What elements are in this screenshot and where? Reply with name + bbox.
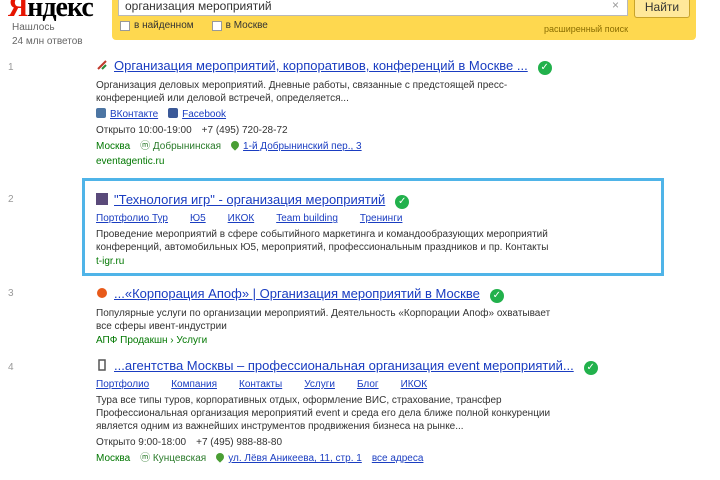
option-in-found-label: в найденном [134,20,194,31]
result-number: 3 [8,288,14,299]
result-url[interactable]: t-igr.ru [96,256,548,267]
sitelink[interactable]: Ю5 [190,213,206,224]
map-pin-icon [229,139,241,151]
location-info: Москва ⓜ Кунцевская ул. Лёвя Аникеева, 1… [96,451,598,465]
sitelink[interactable]: Контакты [239,379,282,390]
vk-label: ВКонтакте [110,109,159,120]
advanced-search-link[interactable]: расширенный поиск [544,24,628,34]
search-bar: × Найти в найденном в Москве расширенный… [112,0,696,40]
option-in-found[interactable]: в найденном [120,20,194,31]
city: Москва [96,453,131,464]
metro-station: ⓜ Добрынинская [140,141,222,152]
search-result: ...агентства Москвы – профессиональная о… [96,358,598,465]
metro-label: Добрынинская [152,141,222,152]
clear-icon[interactable]: × [612,0,624,12]
sitelink[interactable]: ИКОК [401,379,428,390]
facebook-label: Facebook [182,109,227,120]
location-info: Москва ⓜ Добрынинская 1-й Добрынинский п… [96,139,552,153]
phone-number[interactable]: +7 (495) 988-88-80 [196,436,282,449]
result-snippet: Организация деловых мероприятий. Дневные… [96,79,552,105]
search-result: ...«Корпорация Апоф» | Организация мероп… [96,286,550,346]
results-count-label: Нашлось [12,22,55,33]
result-number: 4 [8,362,14,373]
sitelink[interactable]: Тренинги [360,213,403,224]
sitelink[interactable]: Team building [276,213,338,224]
yandex-logo[interactable]: Яндекс Нашлось 24 млн ответов [8,0,108,48]
result-number: 2 [8,194,14,205]
phone-number[interactable]: +7 (495) 720-28-72 [202,124,288,137]
address-link[interactable]: 1-й Добрынинский пер., 3 [229,139,362,153]
address-link[interactable]: ул. Лёвя Аникеева, 11, стр. 1 [214,451,362,465]
search-result: "Технология игр" - организация мероприят… [96,192,548,267]
map-pin-icon [214,451,226,463]
result-url[interactable]: eventagentic.ru [96,156,552,167]
results-count-value: 24 млн ответов [12,36,83,47]
logo-rest: ндекс [27,0,94,23]
contact-info: Открыто 9:00-18:00 +7 (495) 988-88-80 [96,436,598,449]
address-label: ул. Лёвя Аникеева, 11, стр. 1 [228,453,362,464]
snippet-line: Профессиональная организация мероприятий… [96,408,551,419]
snippet-line: все сферы ивент-индустрии [96,321,227,332]
all-addresses-link[interactable]: все адреса [372,452,424,465]
result-title-link[interactable]: "Технология игр" - организация мероприят… [114,192,385,207]
result-title-link[interactable]: ...агентства Москвы – профессиональная о… [114,358,574,373]
favicon-icon [98,359,106,371]
vk-icon [96,108,106,118]
social-links: ВКонтакте Facebook [96,108,552,121]
search-button[interactable]: Найти [634,0,690,18]
result-url[interactable]: АПФ Продакшн › Услуги [96,335,550,346]
search-input[interactable] [118,0,628,16]
sitelinks: Портфолио Тур Ю5 ИКОК Team building Трен… [96,213,548,224]
search-result: Организация мероприятий, корпоративов, к… [96,58,552,167]
search-options: в найденном в Москве [120,20,268,31]
metro-station: ⓜ Кунцевская [140,453,207,464]
verified-icon: ✓ [489,289,504,303]
snippet-line: Популярные услуги по организации меропри… [96,308,551,319]
snippet-line: Организация деловых мероприятий. Дневные… [96,80,508,91]
favicon-icon [96,193,108,205]
favicon-icon [97,288,107,298]
verified-icon: ✓ [537,61,552,75]
favicon-icon [97,60,107,70]
option-in-moscow[interactable]: в Москве [211,20,268,31]
snippet-line: Проведение мероприятий в сфере событийно… [96,229,548,240]
sitelink[interactable]: ИКОК [228,213,255,224]
checkbox-in-moscow[interactable] [211,20,222,31]
result-title-link[interactable]: Организация мероприятий, корпоративов, к… [114,58,528,73]
contact-info: Открыто 10:00-19:00 +7 (495) 720-28-72 [96,124,552,137]
metro-label: Кунцевская [152,453,207,464]
logo-text: Яндекс [8,0,108,23]
opening-hours: Открыто 9:00-18:00 [96,437,187,448]
facebook-link[interactable]: Facebook [168,108,226,121]
address-label: 1-й Добрынинский пер., 3 [243,141,362,152]
facebook-icon [168,108,179,118]
result-title-link[interactable]: ...«Корпорация Апоф» | Организация мероп… [114,286,480,301]
result-number: 1 [8,62,14,73]
sitelink[interactable]: Блог [357,379,379,390]
verified-icon: ✓ [395,195,410,209]
opening-hours: Открыто 10:00-19:00 [96,125,192,136]
option-in-moscow-label: в Москве [225,20,268,31]
logo-letter-ya: Я [8,0,28,23]
sitelink[interactable]: Компания [171,379,217,390]
vk-link[interactable]: ВКонтакте [96,108,158,121]
sitelinks: Портфолио Компания Контакты Услуги Блог … [96,379,598,390]
city: Москва [96,141,131,152]
snippet-line: конференций, автомобильных Ю5, мероприят… [96,242,549,253]
snippet-line: является одним из важнейших инструментов… [96,421,464,432]
snippet-line: конференцией или деловой встречей, опред… [96,93,349,104]
snippet-line: Тура все типы туров, корпоративных отдых… [96,395,502,406]
checkbox-in-found[interactable] [120,20,130,31]
sitelink[interactable]: Портфолио [96,379,149,390]
result-snippet: Проведение мероприятий в сфере событийно… [96,228,548,254]
sitelink[interactable]: Услуги [304,379,335,390]
verified-icon: ✓ [583,361,598,375]
result-snippet: Популярные услуги по организации меропри… [96,307,550,333]
sitelink[interactable]: Портфолио Тур [96,213,168,224]
result-snippet: Тура все типы туров, корпоративных отдых… [96,394,598,433]
